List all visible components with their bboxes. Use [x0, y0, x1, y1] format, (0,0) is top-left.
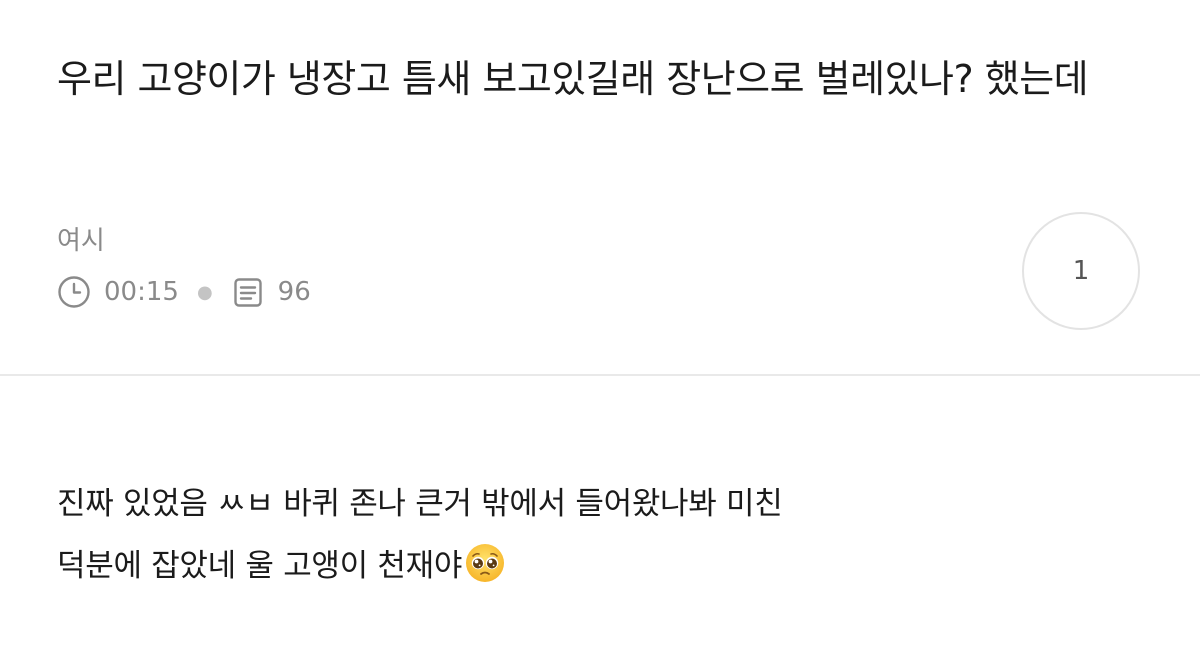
body-line-1: 진짜 있었음 ㅆㅂ 바퀴 존나 큰거 밖에서 들어왔나봐 미친: [57, 486, 783, 522]
body-line-2: 덕분에 잡았네 울 고앵이 천재야: [57, 535, 1157, 605]
body-line-2-text: 덕분에 잡았네 울 고앵이 천재야: [57, 548, 463, 584]
document-icon: [231, 275, 265, 309]
post-meta: 00:15 ● 96: [57, 272, 311, 312]
post-title: 우리 고양이가 냉장고 틈새 보고있길래 장난으로 벌레있나? 했는데: [57, 57, 1089, 101]
comment-count-button[interactable]: 1: [1022, 212, 1140, 330]
post-header: 우리 고양이가 냉장고 틈새 보고있길래 장난으로 벌레있나? 했는데 여시 0…: [0, 0, 1200, 375]
pleading-face-emoji: [464, 542, 506, 605]
clock-icon: [57, 275, 91, 309]
post-body: 진짜 있었음 ㅆㅂ 바퀴 존나 큰거 밖에서 들어왔나봐 미친 덕분에 잡았네 …: [57, 473, 1157, 605]
meta-separator: ●: [196, 281, 213, 303]
header-divider: [0, 374, 1200, 376]
view-count: 96: [277, 277, 311, 307]
post-time: 00:15: [104, 277, 179, 307]
author-name[interactable]: 여시: [57, 220, 105, 257]
